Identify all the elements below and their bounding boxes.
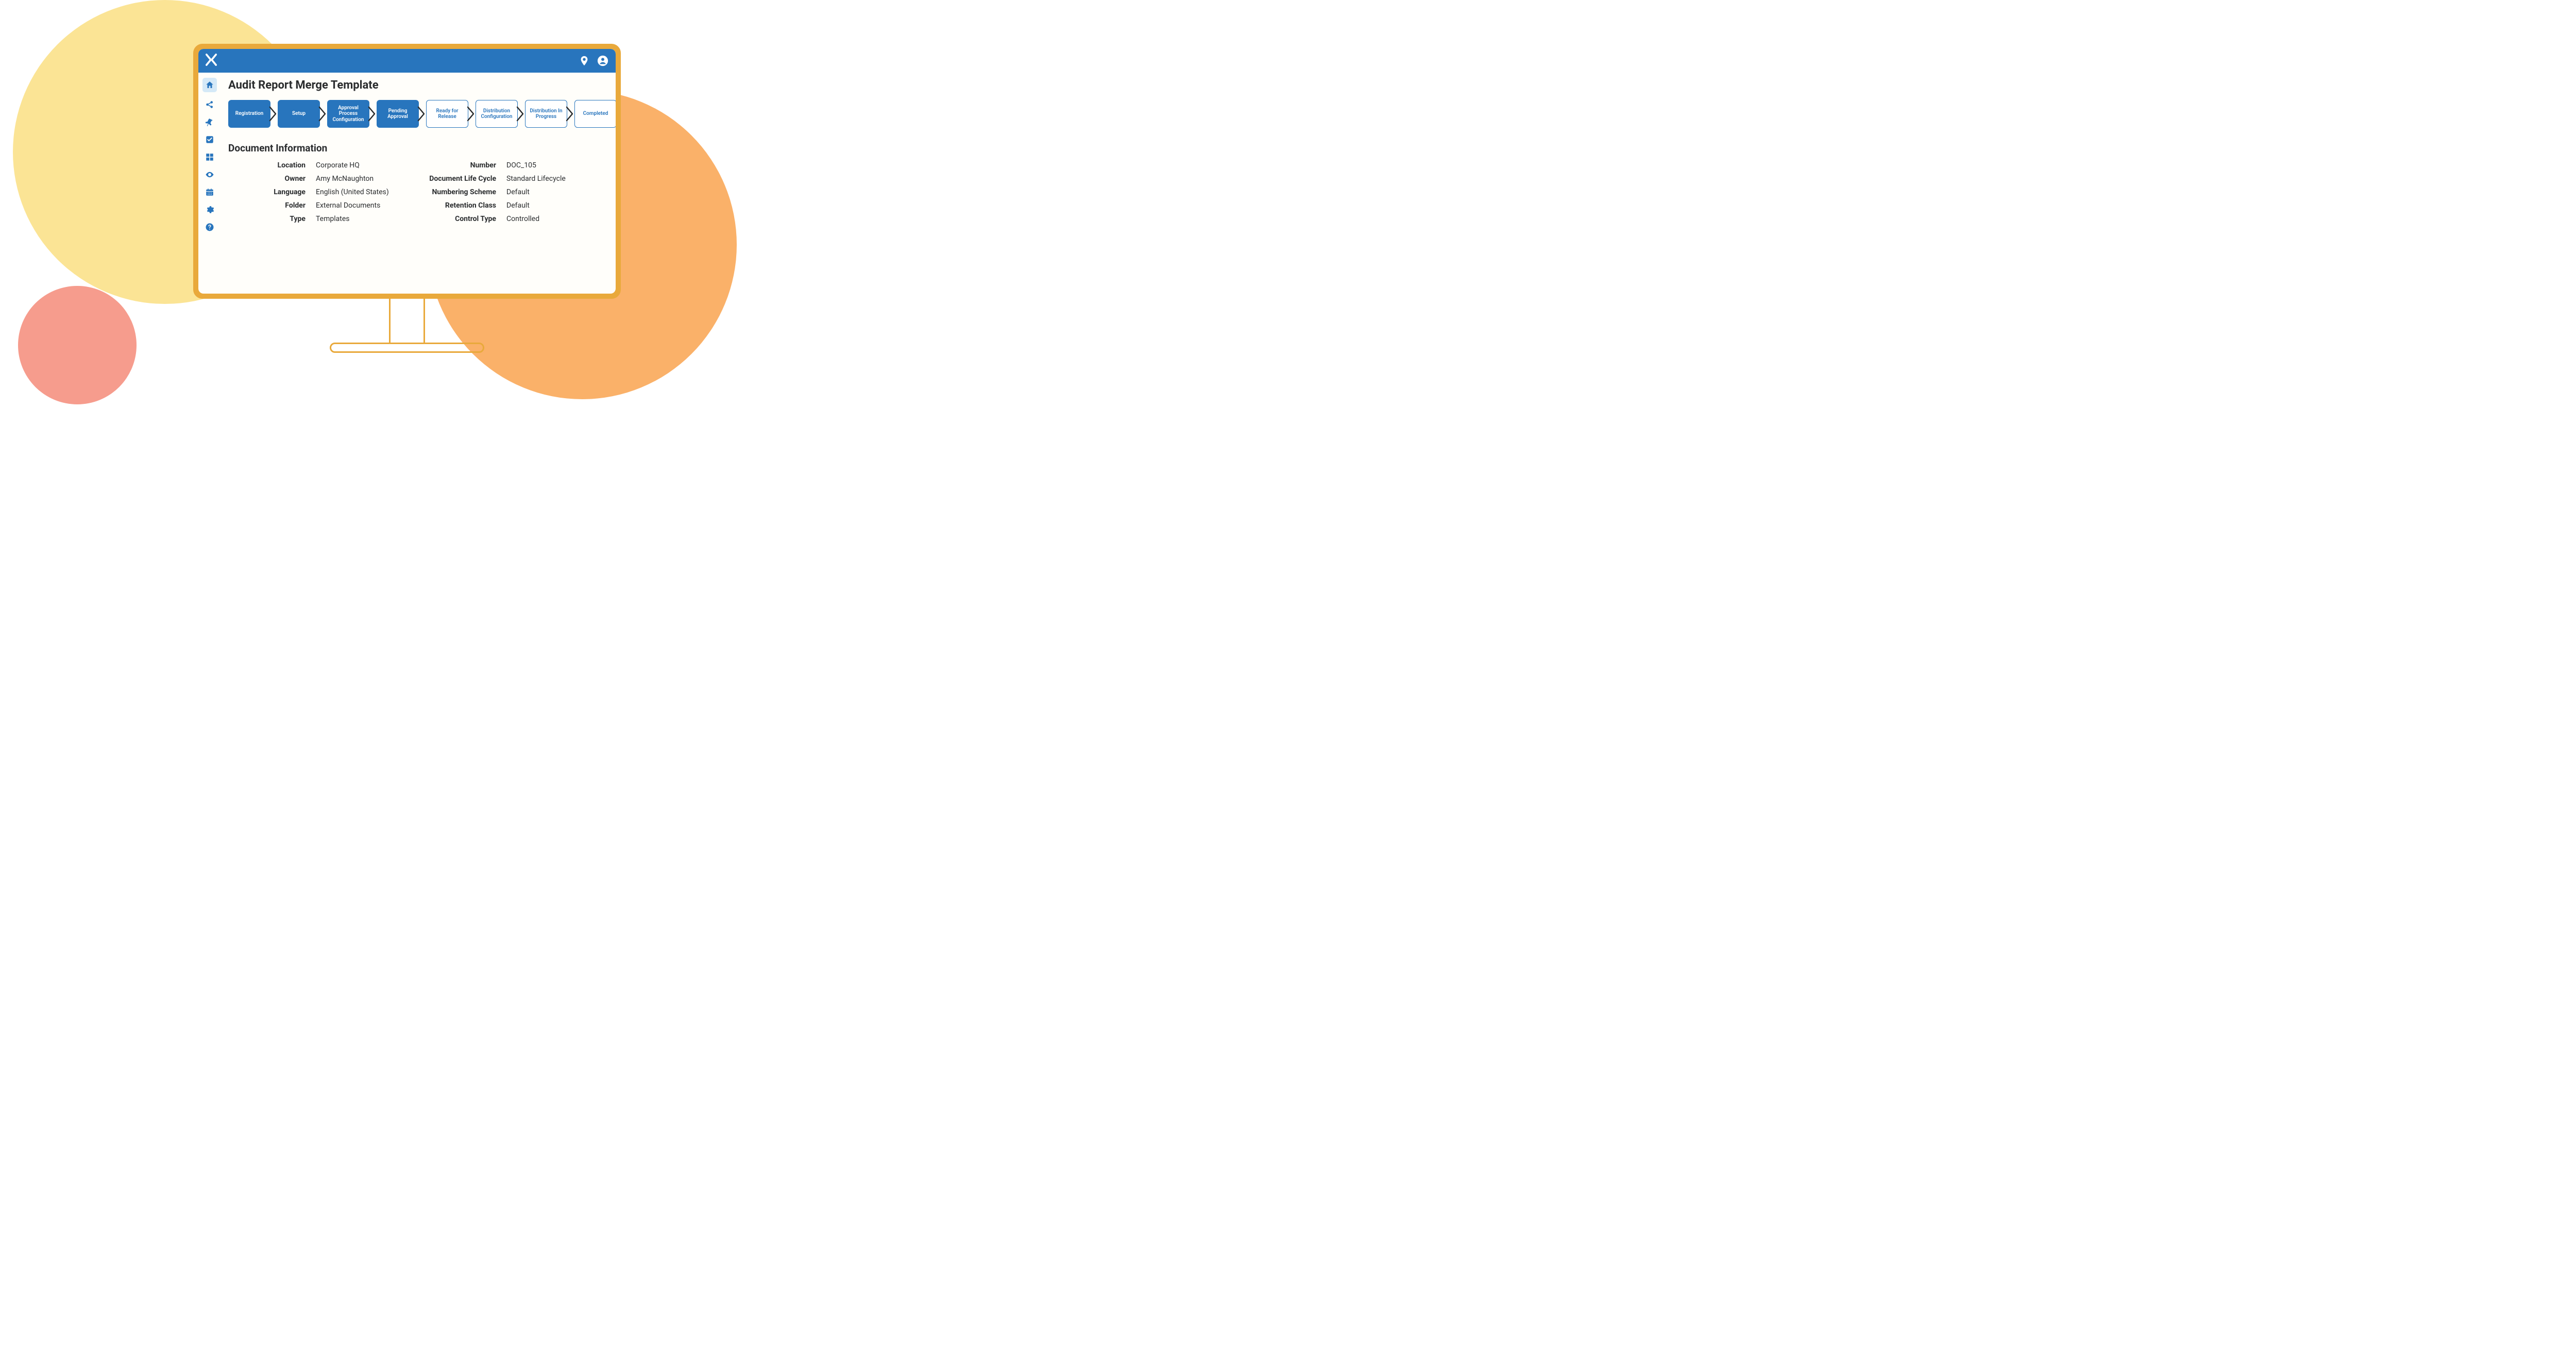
info-label: Owner: [244, 175, 306, 183]
app-screen: Audit Report Merge Template Registration…: [198, 49, 616, 294]
info-value: Controlled: [506, 215, 589, 223]
info-label: Type: [244, 215, 306, 223]
chevron-right-icon: [567, 100, 574, 128]
workflow-step[interactable]: Distribution Configuration: [476, 100, 518, 128]
info-label: Numbering Scheme: [409, 188, 496, 196]
check-square-icon[interactable]: [205, 134, 215, 145]
share-icon[interactable]: [205, 99, 215, 110]
workflow-step[interactable]: Pending Approval: [377, 100, 419, 128]
sidebar-nav: [198, 73, 221, 294]
app-header: [198, 49, 616, 73]
chevron-right-icon: [518, 100, 525, 128]
page-title: Audit Report Merge Template: [228, 79, 605, 92]
info-value: External Documents: [316, 201, 403, 210]
workflow-step[interactable]: Approval Process Configuration: [327, 100, 369, 128]
location-pin-icon[interactable]: [579, 55, 590, 66]
app-logo-icon: [206, 54, 217, 68]
monitor-illustration: Audit Report Merge Template Registration…: [193, 44, 621, 353]
workflow-step[interactable]: Completed: [574, 100, 616, 128]
info-label: Document Life Cycle: [409, 175, 496, 183]
monitor-stand: [389, 298, 425, 344]
workflow-step[interactable]: Ready for Release: [426, 100, 468, 128]
doc-info-col-2: Number DOC_105 Document Life Cycle Standard…: [409, 161, 589, 223]
info-label: Folder: [244, 201, 306, 210]
doc-info-col-1: Location Corporate HQ Owner Amy McNaughton L…: [244, 161, 403, 223]
user-account-icon[interactable]: [597, 55, 608, 66]
app-body: Audit Report Merge Template Registration…: [198, 73, 616, 294]
workflow-step[interactable]: Distribution In Progress: [525, 100, 567, 128]
monitor-frame: Audit Report Merge Template Registration…: [193, 44, 621, 299]
info-label: Location: [244, 161, 306, 169]
info-value: English (United States): [316, 188, 403, 196]
info-label: Retention Class: [409, 201, 496, 210]
info-label: Number: [409, 161, 496, 169]
info-value: Corporate HQ: [316, 161, 403, 169]
calendar-icon[interactable]: [205, 187, 215, 197]
gear-icon[interactable]: [205, 205, 215, 215]
help-icon[interactable]: [205, 222, 215, 232]
eye-icon[interactable]: [205, 169, 215, 180]
chevron-right-icon: [419, 100, 426, 128]
grid-icon[interactable]: [205, 152, 215, 162]
info-label: Language: [244, 188, 306, 196]
chevron-right-icon: [270, 100, 278, 128]
workflow-steps: Registration SetupApproval Process Config…: [228, 100, 605, 128]
info-label: Control Type: [409, 215, 496, 223]
info-value: Templates: [316, 215, 403, 223]
chevron-right-icon: [369, 100, 377, 128]
monitor-base: [330, 343, 484, 353]
home-icon[interactable]: [202, 78, 217, 92]
chevron-right-icon: [468, 100, 476, 128]
doc-info-grid: Location Corporate HQ Owner Amy McNaughton L…: [228, 161, 605, 223]
section-title: Document Information: [228, 142, 605, 154]
info-value: Standard Lifecycle: [506, 175, 589, 183]
chevron-right-icon: [320, 100, 327, 128]
main-content: Audit Report Merge Template Registration…: [221, 73, 616, 294]
header-actions: [579, 55, 608, 66]
info-value: Amy McNaughton: [316, 175, 403, 183]
workflow-step[interactable]: Setup: [278, 100, 320, 128]
info-value: DOC_105: [506, 161, 589, 169]
info-value: Default: [506, 201, 589, 210]
info-value: Default: [506, 188, 589, 196]
workflow-step[interactable]: Registration: [228, 100, 270, 128]
decorative-circle-pink: [18, 286, 137, 404]
pin-icon[interactable]: [205, 117, 215, 127]
